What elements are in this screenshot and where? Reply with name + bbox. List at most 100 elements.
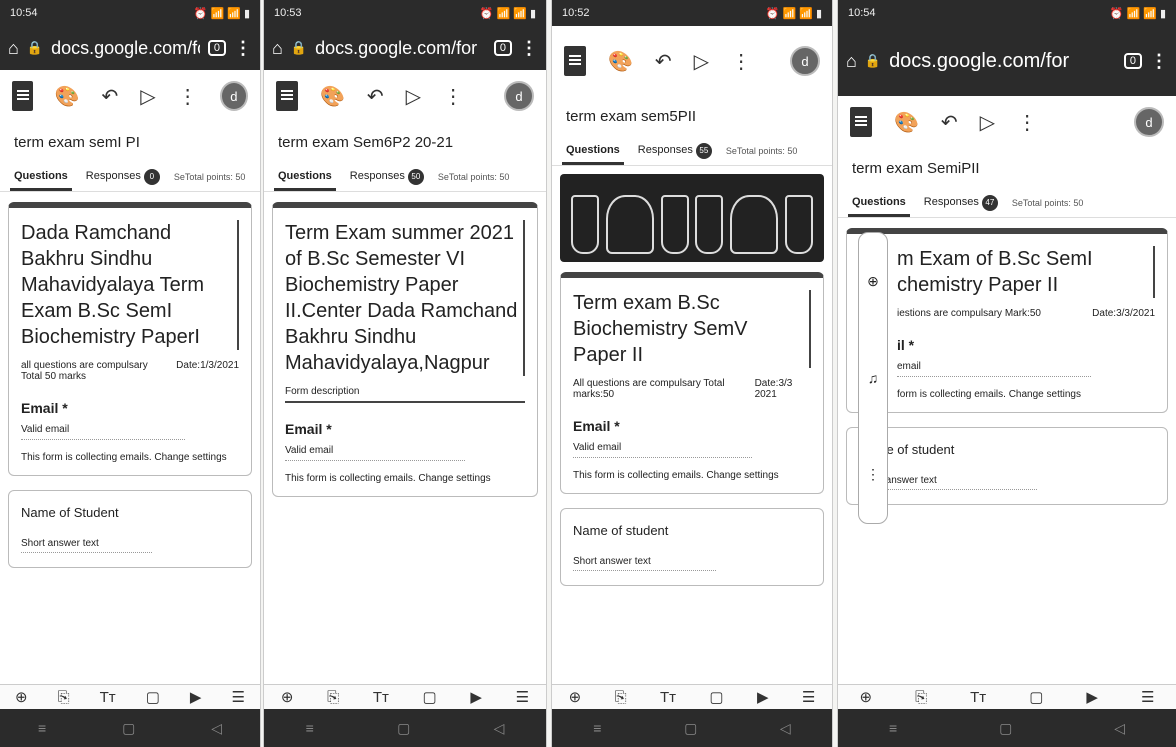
video-icon[interactable]: ▶ [1086,688,1098,706]
title-icon[interactable]: Tт [373,689,389,706]
form-title: term exam semI PI [14,134,140,151]
card-title[interactable]: Term exam B.Sc Biochemistry SemV Paper I… [573,290,811,368]
home-icon[interactable]: ⌂ [846,51,857,72]
tab-count[interactable]: 0 [493,40,512,56]
card-description[interactable]: All questions are compulsary Total marks… [573,378,811,400]
home-nav-icon[interactable]: ▢ [999,720,1012,737]
home-icon[interactable]: ⌂ [8,38,19,59]
tab-questions[interactable]: Questions [562,138,624,165]
section-icon[interactable]: ☰ [231,688,244,706]
more-icon[interactable]: ⋮ [731,49,751,74]
collecting-emails-note[interactable]: This form is collecting emails. Change s… [21,452,239,463]
recents-icon[interactable]: ≡ [38,720,46,736]
home-nav-icon[interactable]: ▢ [684,720,697,737]
email-field[interactable]: Valid email [21,424,185,440]
more-vertical-icon[interactable]: ⋮ [866,466,880,483]
video-icon[interactable]: ▶ [470,688,482,706]
more-menu-icon[interactable]: ⋮ [520,38,538,59]
more-icon[interactable]: ⋮ [1017,110,1037,135]
avatar[interactable]: d [219,81,248,111]
palette-icon[interactable]: 🎨 [894,110,919,135]
palette-icon[interactable]: 🎨 [608,49,633,74]
send-icon[interactable]: ▷ [140,84,155,109]
undo-icon[interactable]: ↶ [102,84,119,109]
email-field[interactable]: email [897,361,1091,377]
email-field[interactable]: Valid email [285,445,465,461]
collecting-emails-note[interactable]: This form is collecting emails. Change s… [285,473,525,484]
import-icon[interactable]: ⎘ [327,689,339,706]
section-icon[interactable]: ☰ [802,688,815,706]
image-icon[interactable]: ▢ [423,688,437,706]
email-field[interactable]: Valid email [573,442,752,458]
card-title[interactable]: Term Exam summer 2021 of B.Sc Semester V… [285,220,525,376]
import-icon[interactable]: ⎘ [58,689,70,706]
card-title[interactable]: Dada Ramchand Bakhru Sindhu Mahavidyalay… [21,220,239,350]
section-icon[interactable]: ☰ [1141,688,1154,706]
collecting-emails-note[interactable]: This form is collecting emails. Change s… [573,470,811,481]
send-icon[interactable]: ▷ [980,110,995,135]
tab-responses[interactable]: Responses 0 [82,163,164,191]
undo-icon[interactable]: ↶ [941,110,958,135]
home-nav-icon[interactable]: ▢ [397,720,410,737]
question-card[interactable]: Name of student Short answer text [846,427,1168,505]
url-text[interactable]: docs.google.com/for [51,38,200,59]
send-icon[interactable]: ▷ [406,84,421,109]
tab-count[interactable]: 0 [1123,53,1142,69]
back-icon[interactable]: ◁ [780,720,791,737]
tab-responses[interactable]: Responses 47 [920,189,1002,217]
back-icon[interactable]: ◁ [1114,720,1125,737]
tab-count[interactable]: 0 [207,40,226,56]
url-text[interactable]: docs.google.com/for [315,38,486,59]
card-description[interactable]: all questions are compulsary Total 50 ma… [21,360,239,382]
more-icon[interactable]: ⋮ [178,84,198,109]
question-card[interactable]: Name of Student Short answer text [8,490,252,568]
avatar[interactable]: d [790,46,820,76]
more-icon[interactable]: ⋮ [443,84,463,109]
tab-questions[interactable]: Questions [274,164,336,191]
palette-icon[interactable]: 🎨 [320,84,345,109]
recents-icon[interactable]: ≡ [593,720,601,736]
avatar[interactable]: d [1134,107,1164,137]
back-icon[interactable]: ◁ [494,720,505,737]
url-text[interactable]: docs.google.com/for [889,50,1116,73]
add-question-icon[interactable]: ⊕ [281,688,294,706]
video-icon[interactable]: ▶ [757,688,769,706]
add-question-icon[interactable]: ⊕ [569,688,582,706]
recents-icon[interactable]: ≡ [889,720,897,736]
recents-icon[interactable]: ≡ [306,720,314,736]
more-menu-icon[interactable]: ⋮ [234,38,252,59]
image-icon[interactable]: ▢ [709,688,723,706]
undo-icon[interactable]: ↶ [655,49,672,74]
card-description[interactable]: Form description [285,386,525,403]
send-icon[interactable]: ▷ [694,49,709,74]
home-nav-icon[interactable]: ▢ [122,720,135,737]
image-icon[interactable]: ▢ [146,688,160,706]
tab-responses[interactable]: Responses 50 [346,163,428,191]
tab-questions[interactable]: Questions [10,164,72,191]
import-icon[interactable]: ⎘ [915,689,927,706]
form-header-card: Dada Ramchand Bakhru Sindhu Mahavidyalay… [8,202,252,476]
undo-icon[interactable]: ↶ [367,84,384,109]
title-icon[interactable]: Tт [970,689,986,706]
collecting-emails-note[interactable]: form is collecting emails. Change settin… [897,389,1155,400]
add-question-icon[interactable]: ⊕ [860,688,873,706]
back-icon[interactable]: ◁ [211,720,222,737]
question-card[interactable]: Name of student Short answer text [560,508,824,586]
palette-icon[interactable]: 🎨 [55,84,80,109]
section-icon[interactable]: ☰ [516,688,529,706]
image-icon[interactable]: ▢ [1029,688,1043,706]
card-title[interactable]: m Exam of B.Sc SemI chemistry Paper II [897,246,1155,298]
tab-responses[interactable]: Responses 55 [634,137,716,165]
import-icon[interactable]: ⎘ [615,689,627,706]
title-icon[interactable]: Tт [100,689,116,706]
more-menu-icon[interactable]: ⋮ [1150,51,1168,72]
video-icon[interactable]: ▶ [190,688,202,706]
add-question-icon[interactable]: ⊕ [15,688,28,706]
music-icon[interactable]: ♫ [868,370,879,386]
title-icon[interactable]: Tт [660,689,676,706]
card-description[interactable]: iestions are compulsary Mark:50 Date:3/3… [897,308,1155,319]
add-question-icon[interactable]: ⊕ [867,273,879,290]
avatar[interactable]: d [504,81,534,111]
tab-questions[interactable]: Questions [848,190,910,217]
home-icon[interactable]: ⌂ [272,38,283,59]
